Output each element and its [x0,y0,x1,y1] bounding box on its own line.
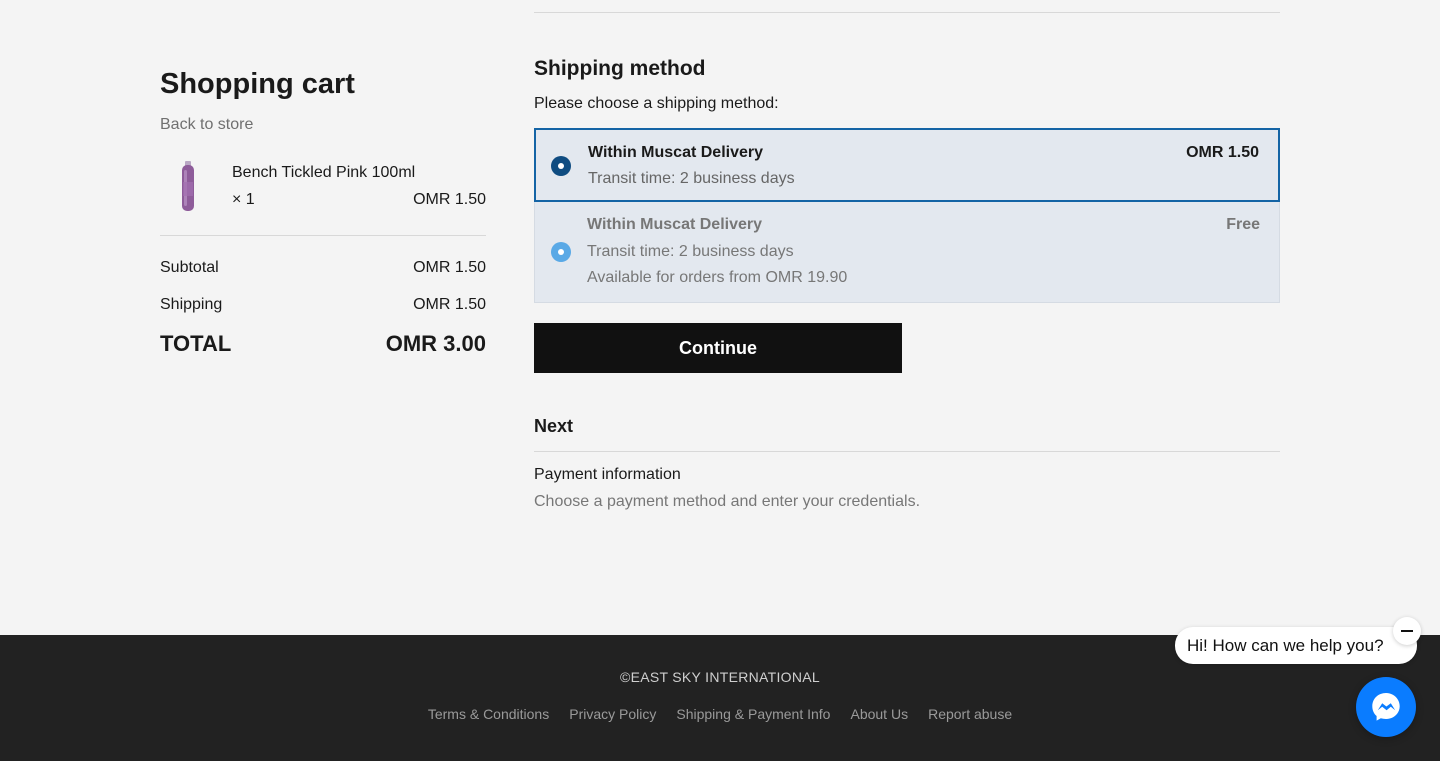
subtotal-value: OMR 1.50 [413,259,486,276]
shipping-label: Shipping [160,296,223,313]
footer-link-shipping-payment[interactable]: Shipping & Payment Info [676,706,830,722]
shipping-option-name: Within Muscat Delivery [587,216,763,233]
product-name: Bench Tickled Pink 100ml [232,164,416,181]
shipping-option-price: OMR 1.50 [1186,144,1259,161]
product-image [182,161,194,211]
footer-link-terms[interactable]: Terms & Conditions [428,706,549,722]
footer-link-privacy[interactable]: Privacy Policy [569,706,656,722]
chat-greeting-bubble[interactable]: Hi! How can we help you? [1175,627,1417,664]
shipping-option-paid[interactable]: Within Muscat Delivery OMR 1.50 Transit … [534,128,1280,202]
continue-button[interactable]: Continue [534,323,902,373]
subtotal-row: Subtotal OMR 1.50 [160,259,486,277]
minus-icon[interactable] [1393,617,1421,645]
product-quantity: × 1 [232,191,255,208]
next-step-title: Next [534,416,574,436]
shipping-option-transit: Transit time: 2 business days [587,243,794,260]
payment-step-title: Payment information [534,466,681,483]
shipping-value: OMR 1.50 [413,296,486,313]
cart-title: Shopping cart [160,68,355,100]
payment-step-description: Choose a payment method and enter your c… [534,493,921,510]
divider [160,235,486,236]
footer-link-about[interactable]: About Us [850,706,908,722]
back-to-store-link[interactable]: Back to store [160,116,253,134]
shipping-method-subtitle: Please choose a shipping method: [534,95,779,112]
shipping-row: Shipping OMR 1.50 [160,296,486,314]
radio-selected-icon[interactable] [551,156,571,176]
footer-link-report-abuse[interactable]: Report abuse [928,706,1012,722]
total-label: TOTAL [160,331,232,356]
footer-links: Terms & Conditions Privacy Policy Shippi… [0,706,1440,722]
product-price: OMR 1.50 [413,191,486,208]
divider [534,451,1280,452]
subtotal-label: Subtotal [160,259,219,276]
total-value: OMR 3.00 [385,331,486,356]
checkout-page: Shopping cart Back to store Bench Tickle… [0,0,1440,635]
shipping-method-title: Shipping method [534,57,706,80]
shipping-option-name: Within Muscat Delivery [588,144,764,161]
shipping-option-free[interactable]: Within Muscat Delivery Free Transit time… [534,202,1280,303]
divider [534,12,1280,13]
messenger-icon[interactable] [1356,677,1416,737]
copyright-text: ©EAST SKY INTERNATIONAL [619,669,821,685]
shipping-option-transit: Transit time: 2 business days [588,170,795,187]
radio-unselected-icon[interactable] [551,242,571,262]
shipping-option-note: Available for orders from OMR 19.90 [587,269,848,286]
total-row: TOTAL OMR 3.00 [160,331,486,357]
messenger-glyph-icon [1372,693,1400,721]
shipping-option-price: Free [1226,216,1260,233]
